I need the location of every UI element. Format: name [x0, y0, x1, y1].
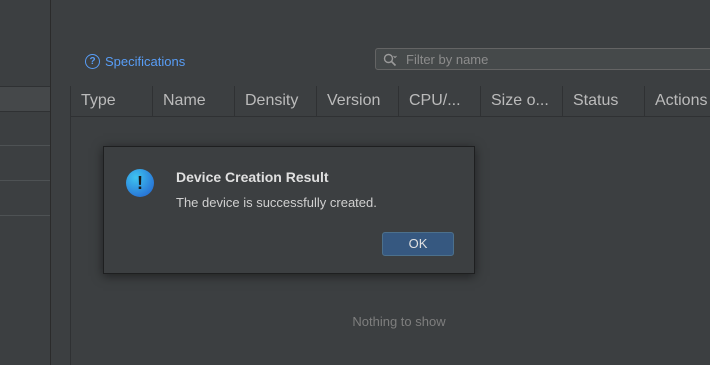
specifications-link[interactable]: ? Specifications	[85, 52, 185, 70]
ok-button[interactable]: OK	[382, 232, 454, 256]
column-header-density[interactable]: Density	[235, 86, 317, 116]
column-header-name[interactable]: Name	[153, 86, 235, 116]
column-header-status[interactable]: Status	[563, 86, 645, 116]
dialog-title: Device Creation Result	[176, 169, 329, 185]
device-creation-dialog: ! Device Creation Result The device is s…	[103, 146, 475, 274]
specifications-label: Specifications	[105, 53, 186, 69]
exclamation-icon: !	[137, 173, 143, 193]
empty-state-text: Nothing to show	[352, 314, 446, 329]
left-pane-header	[0, 86, 50, 112]
left-row-divider	[0, 215, 50, 216]
search-icon	[383, 53, 397, 67]
dialog-message: The device is successfully created.	[176, 195, 377, 210]
filter-field[interactable]	[375, 48, 710, 70]
table-header: Type Name Density Version CPU/... Size o…	[71, 86, 710, 117]
filter-input[interactable]	[406, 50, 706, 68]
left-pane	[0, 0, 51, 365]
column-header-actions[interactable]: Actions	[645, 86, 710, 116]
left-row-divider	[0, 145, 50, 146]
help-icon: ?	[85, 53, 100, 69]
device-manager-window: ? Specifications Type Name Density Versi…	[0, 0, 710, 365]
column-header-size[interactable]: Size o...	[481, 86, 563, 116]
info-icon: !	[126, 169, 154, 197]
column-header-cpu[interactable]: CPU/...	[399, 86, 481, 116]
column-header-version[interactable]: Version	[317, 86, 399, 116]
column-header-type[interactable]: Type	[71, 86, 153, 116]
left-row-divider	[0, 180, 50, 181]
